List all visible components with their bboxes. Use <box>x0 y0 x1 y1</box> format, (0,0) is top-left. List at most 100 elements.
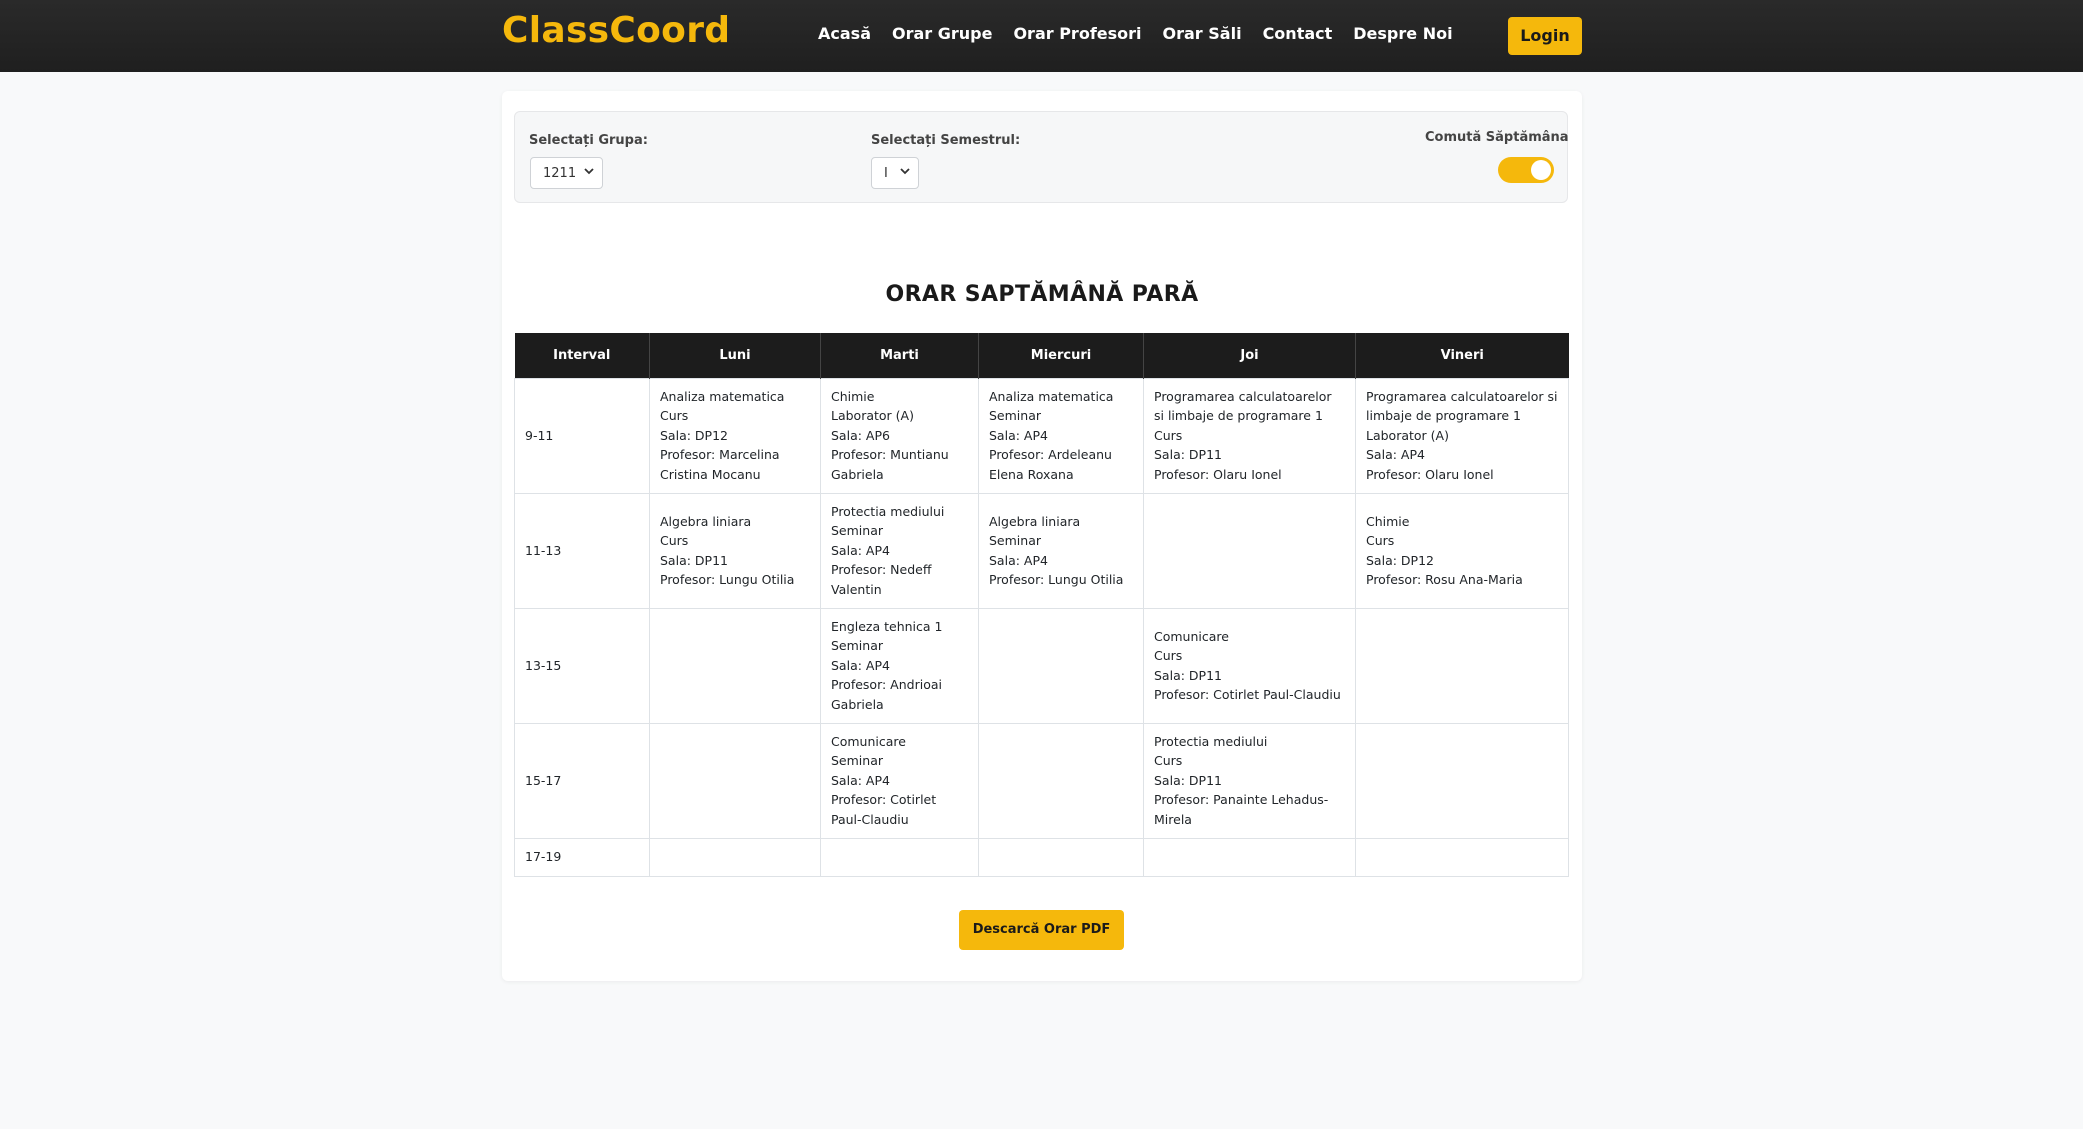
class-cell <box>1143 492 1356 609</box>
week-toggle-label: Comută Săptămâna <box>1425 130 1569 145</box>
class-cell-line: Programarea calculatoarelor si limbaje d… <box>1366 388 1558 424</box>
class-cell-line: Curs <box>660 408 689 424</box>
table-row: 17-19 <box>514 837 1569 877</box>
class-cell-line: Sala: AP4 <box>831 657 890 673</box>
chevron-down-icon <box>584 168 594 175</box>
schedule-title: ORAR SAPTĂMÂNĂ PARĂ <box>885 282 1199 307</box>
table-header-row: Interval Luni Marti Miercuri Joi Vineri <box>514 333 1569 378</box>
class-cell: Protectia mediului Curs Sala: DP11 Profesor… <box>1143 722 1356 839</box>
class-cell-line: Curs <box>1154 648 1183 663</box>
class-cell <box>649 837 821 877</box>
week-toggle[interactable] <box>1498 157 1554 183</box>
class-cell <box>649 722 821 839</box>
table-row: 15-17 Comunicare Seminar Sala: AP4 Profesor:… <box>514 722 1569 839</box>
class-cell-line: Seminar <box>831 523 883 539</box>
semester-select-value: I <box>884 165 888 181</box>
class-cell-line: Sala: AP4 <box>989 552 1048 568</box>
nav-link-orar-grupe[interactable]: Orar Grupe <box>892 24 992 43</box>
class-cell: Comunicare Curs Sala: DP11 Profesor: Cotirl… <box>1143 607 1356 724</box>
class-cell: Protectia mediului Seminar Sala: AP4 Profes… <box>820 492 979 609</box>
class-cell: Comunicare Seminar Sala: AP4 Profesor: Coti… <box>820 722 979 839</box>
class-cell-line: Profesor: Muntianu Gabriela <box>831 447 949 482</box>
nav-link-orar-sali[interactable]: Orar Săli <box>1163 24 1242 43</box>
class-cell: Programarea calculatoarelor si limbaje d… <box>1143 377 1356 494</box>
class-cell-line: Profesor: Rosu Ana-Maria <box>1366 572 1523 587</box>
class-cell-line: Seminar <box>831 753 883 769</box>
group-select[interactable]: 1211 <box>530 157 603 189</box>
semester-label: Selectați Semestrul: <box>871 133 1021 148</box>
class-cell <box>820 837 979 877</box>
class-cell-line: Sala: AP6 <box>831 427 890 443</box>
class-cell-line: Chimie <box>831 388 875 404</box>
class-cell <box>649 607 821 724</box>
column-header-luni: Luni <box>649 333 821 378</box>
class-cell-line: Profesor: Nedeff Valentin <box>831 562 932 597</box>
class-cell-line: Seminar <box>831 638 883 654</box>
nav-link-contact[interactable]: Contact <box>1263 24 1333 43</box>
class-cell-line: Comunicare <box>1154 628 1229 644</box>
interval-cell: 17-19 <box>514 837 650 877</box>
class-cell <box>1143 837 1356 877</box>
column-header-interval: Interval <box>514 333 650 378</box>
column-header-joi: Joi <box>1143 333 1356 378</box>
brand-logo[interactable]: ClassCoord <box>502 10 730 51</box>
class-cell: Engleza tehnica 1 Seminar Sala: AP4 Profeso… <box>820 607 979 724</box>
schedule-table: Interval Luni Marti Miercuri Joi Vineri … <box>514 333 1569 877</box>
nav-link-acasa[interactable]: Acasă <box>818 24 871 43</box>
download-pdf-button[interactable]: Descarcă Orar PDF <box>959 910 1124 950</box>
class-cell-line: Profesor: Andrioai Gabriela <box>831 677 942 712</box>
interval-cell: 9-11 <box>514 377 650 494</box>
column-header-marti: Marti <box>820 333 979 378</box>
class-cell-line: Profesor: Marcelina Cristina Mocanu <box>660 447 780 482</box>
class-cell-line: Curs <box>1154 753 1183 769</box>
class-cell-line: Sala: AP4 <box>1366 447 1425 463</box>
table-row: 9-11 Analiza matematica Curs Sala: DP12 Prof… <box>514 377 1569 494</box>
nav-links: Acasă Orar Grupe Orar Profesori Orar Săl… <box>818 24 1453 43</box>
class-cell: Algebra liniara Curs Sala: DP11 Profesor: L… <box>649 492 821 609</box>
class-cell-line: Curs <box>1154 427 1183 443</box>
class-cell-line: Sala: AP4 <box>989 427 1048 443</box>
semester-select[interactable]: I <box>871 157 919 189</box>
class-cell-line: Profesor: Cotirlet Paul-Claudiu <box>831 792 937 827</box>
class-cell-line: Engleza tehnica 1 <box>831 618 943 634</box>
nav-link-despre-noi[interactable]: Despre Noi <box>1353 24 1452 43</box>
class-cell-line: Laborator (A) <box>831 408 914 424</box>
class-cell: Algebra liniara Seminar Sala: AP4 Profesor:… <box>978 492 1144 609</box>
class-cell-line: Curs <box>660 533 689 548</box>
class-cell-line: Curs <box>1366 533 1395 548</box>
chevron-down-icon <box>900 168 910 175</box>
table-row: 11-13 Algebra liniara Curs Sala: DP11 Profes… <box>514 492 1569 609</box>
class-cell: Chimie Laborator (A) Sala: AP6 Profesor: Mu… <box>820 377 979 494</box>
class-cell-line: Analiza matematica <box>989 388 1114 404</box>
class-cell <box>978 607 1144 724</box>
nav-link-orar-profesori[interactable]: Orar Profesori <box>1013 24 1141 43</box>
interval-cell: 13-15 <box>514 607 650 724</box>
class-cell-line: Profesor: Cotirlet Paul-Claudiu <box>1154 687 1341 702</box>
filters-panel <box>514 111 1568 203</box>
class-cell-line: Chimie <box>1366 513 1410 529</box>
navbar: ClassCoord Acasă Orar Grupe Orar Profeso… <box>0 0 2083 72</box>
class-cell <box>1355 837 1569 877</box>
class-cell: Analiza matematica Curs Sala: DP12 Profesor… <box>649 377 821 494</box>
class-cell-line: Profesor: Lungu Otilia <box>660 572 795 587</box>
toggle-knob <box>1531 160 1551 180</box>
class-cell <box>1355 722 1569 839</box>
login-button[interactable]: Login <box>1508 17 1582 55</box>
class-cell-line: Algebra liniara <box>989 513 1081 529</box>
interval-cell: 11-13 <box>514 492 650 609</box>
column-header-miercuri: Miercuri <box>978 333 1144 378</box>
class-cell-line: Sala: DP11 <box>1154 447 1222 463</box>
class-cell-line: Sala: AP4 <box>831 772 890 788</box>
table-row: 13-15 Engleza tehnica 1 Seminar Sala: AP4 Pr… <box>514 607 1569 724</box>
class-cell-line: Laborator (A) <box>1366 427 1449 443</box>
class-cell-line: Sala: DP12 <box>660 427 728 443</box>
class-cell-line: Seminar <box>989 533 1041 548</box>
class-cell-line: Sala: DP11 <box>1154 667 1222 683</box>
class-cell-line: Profesor: Ardeleanu Elena Roxana <box>989 447 1112 482</box>
class-cell <box>1355 607 1569 724</box>
class-cell-line: Profesor: Olaru Ionel <box>1154 466 1282 482</box>
class-cell: Analiza matematica Seminar Sala: AP4 Profes… <box>978 377 1144 494</box>
column-header-vineri: Vineri <box>1355 333 1569 378</box>
class-cell-line: Sala: DP11 <box>660 552 728 568</box>
class-cell-line: Analiza matematica <box>660 388 785 404</box>
